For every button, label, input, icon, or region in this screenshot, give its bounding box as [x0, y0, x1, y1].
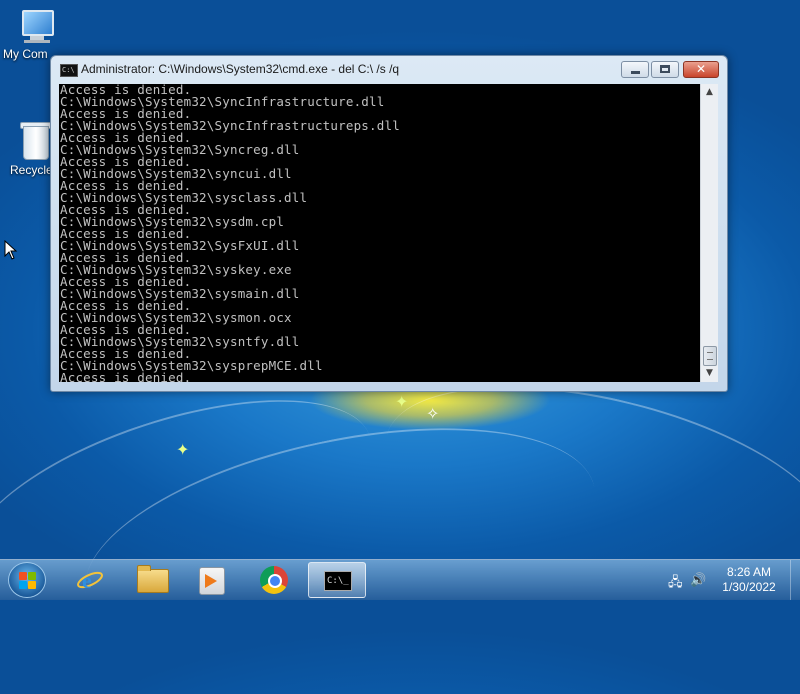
clock-date: 1/30/2022	[722, 580, 776, 594]
close-icon: ✕	[695, 62, 707, 76]
wallpaper-sparkle-icon: ✦	[395, 392, 409, 411]
maximize-button[interactable]	[651, 61, 679, 78]
svg-text:e: e	[82, 568, 92, 593]
windows-logo-icon	[19, 572, 37, 590]
scroll-down-icon[interactable]: ▼	[703, 367, 716, 380]
scrollbar-thumb[interactable]	[703, 346, 717, 366]
internet-explorer-icon: e	[77, 568, 103, 593]
show-desktop-button[interactable]	[790, 560, 800, 600]
wallpaper-sparkle-icon: ✦	[176, 440, 190, 459]
taskbar-windows-media-player[interactable]	[185, 562, 237, 598]
maximize-icon	[660, 65, 670, 73]
window-titlebar[interactable]: C:\ Administrator: C:\Windows\System32\c…	[51, 56, 727, 84]
scroll-up-icon[interactable]: ▲	[703, 86, 716, 99]
console-output[interactable]: Access is denied. C:\Windows\System32\Syn…	[59, 84, 700, 382]
system-clock[interactable]: 8:26 AM 1/30/2022	[714, 565, 784, 595]
media-player-icon	[199, 567, 225, 595]
console-lines: Access is denied. C:\Windows\System32\Syn…	[59, 84, 700, 382]
taskbar: e C:\_ 🖧 🔊 8:26 AM 1/30/2022	[0, 559, 800, 600]
computer-icon	[14, 10, 56, 44]
close-button[interactable]: ✕	[683, 61, 719, 78]
taskbar-windows-explorer[interactable]	[125, 562, 177, 598]
clock-time: 8:26 AM	[726, 565, 772, 579]
network-icon[interactable]: 🖧	[668, 573, 683, 595]
console-line: Access is denied.	[60, 370, 192, 382]
taskbar-command-prompt[interactable]: C:\_	[308, 562, 366, 598]
command-prompt-icon: C:\_	[324, 571, 352, 591]
cmd-window[interactable]: C:\ Administrator: C:\Windows\System32\c…	[50, 55, 728, 392]
minimize-button[interactable]	[621, 61, 649, 78]
folder-icon	[137, 565, 169, 593]
wallpaper-sparkle-icon: ✧	[426, 404, 440, 423]
chrome-icon	[260, 566, 288, 594]
console-scrollbar[interactable]: ▲ ▼	[700, 84, 718, 382]
volume-icon[interactable]: 🔊	[690, 573, 706, 588]
taskbar-internet-explorer[interactable]: e	[64, 562, 116, 598]
cmd-icon: C:\	[60, 64, 78, 77]
start-button[interactable]	[8, 562, 46, 598]
recycle-bin-icon	[20, 120, 52, 160]
desktop-icon-my-computer[interactable]: My Com	[0, 10, 70, 61]
window-title: Administrator: C:\Windows\System32\cmd.e…	[81, 62, 400, 76]
taskbar-google-chrome[interactable]	[248, 562, 300, 598]
minimize-icon	[631, 71, 640, 74]
